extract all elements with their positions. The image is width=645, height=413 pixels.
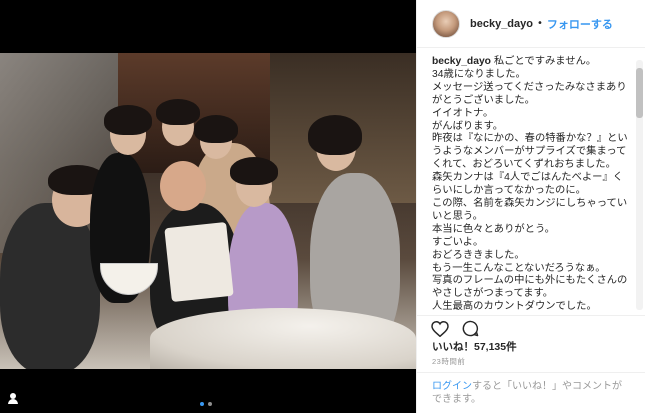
photo-sign — [164, 221, 234, 303]
heart-outline-icon[interactable] — [431, 320, 449, 338]
post-photo[interactable] — [0, 53, 416, 369]
photo-person — [0, 203, 100, 369]
carousel-dot — [208, 402, 212, 406]
instagram-post: becky_dayo • フォローする becky_dayo 私ごとですみません… — [0, 0, 645, 413]
avatar[interactable] — [432, 9, 460, 38]
post-timestamp[interactable]: 23時間前 — [432, 356, 465, 367]
header-username[interactable]: becky_dayo — [470, 18, 533, 30]
photo-person-hair — [308, 115, 362, 155]
caption: becky_dayo 私ごとですみません。 34歳になりました。 メッセージ送っ… — [432, 56, 628, 314]
follow-button[interactable]: フォローする — [547, 16, 613, 32]
scrollbar-thumb[interactable] — [636, 68, 643, 118]
photo-person-hair — [156, 99, 200, 125]
photo-person-face — [160, 161, 206, 211]
caption-username[interactable]: becky_dayo — [432, 56, 491, 67]
photo-pane — [0, 0, 416, 413]
post-header: becky_dayo • フォローする — [417, 0, 645, 48]
carousel-dot-active — [200, 402, 204, 406]
photo-person-hair — [104, 105, 152, 135]
action-bar — [417, 315, 645, 341]
login-prompt: ログインすると「いいね！」やコメントができます。 — [417, 372, 645, 413]
speech-bubble-icon[interactable] — [461, 320, 479, 338]
photo-table — [150, 308, 416, 369]
caption-text: 私ごとですみません。 34歳になりました。 メッセージ送ってくださったみなさまあ… — [432, 56, 628, 313]
comments-area[interactable]: becky_dayo 私ごとですみません。 34歳になりました。 メッセージ送っ… — [417, 49, 645, 315]
comments-scrollbar[interactable] — [636, 60, 643, 310]
likes-count[interactable]: いいね！57,135件 — [432, 339, 517, 354]
header-separator: • — [536, 18, 543, 29]
photo-person-hair — [194, 115, 238, 143]
tagged-people-icon[interactable] — [7, 393, 19, 405]
login-link[interactable]: ログイン — [432, 381, 472, 392]
photo-person-hair — [230, 157, 278, 185]
post-sidebar: becky_dayo • フォローする becky_dayo 私ごとですみません… — [416, 0, 645, 413]
carousel-indicator — [200, 402, 212, 406]
